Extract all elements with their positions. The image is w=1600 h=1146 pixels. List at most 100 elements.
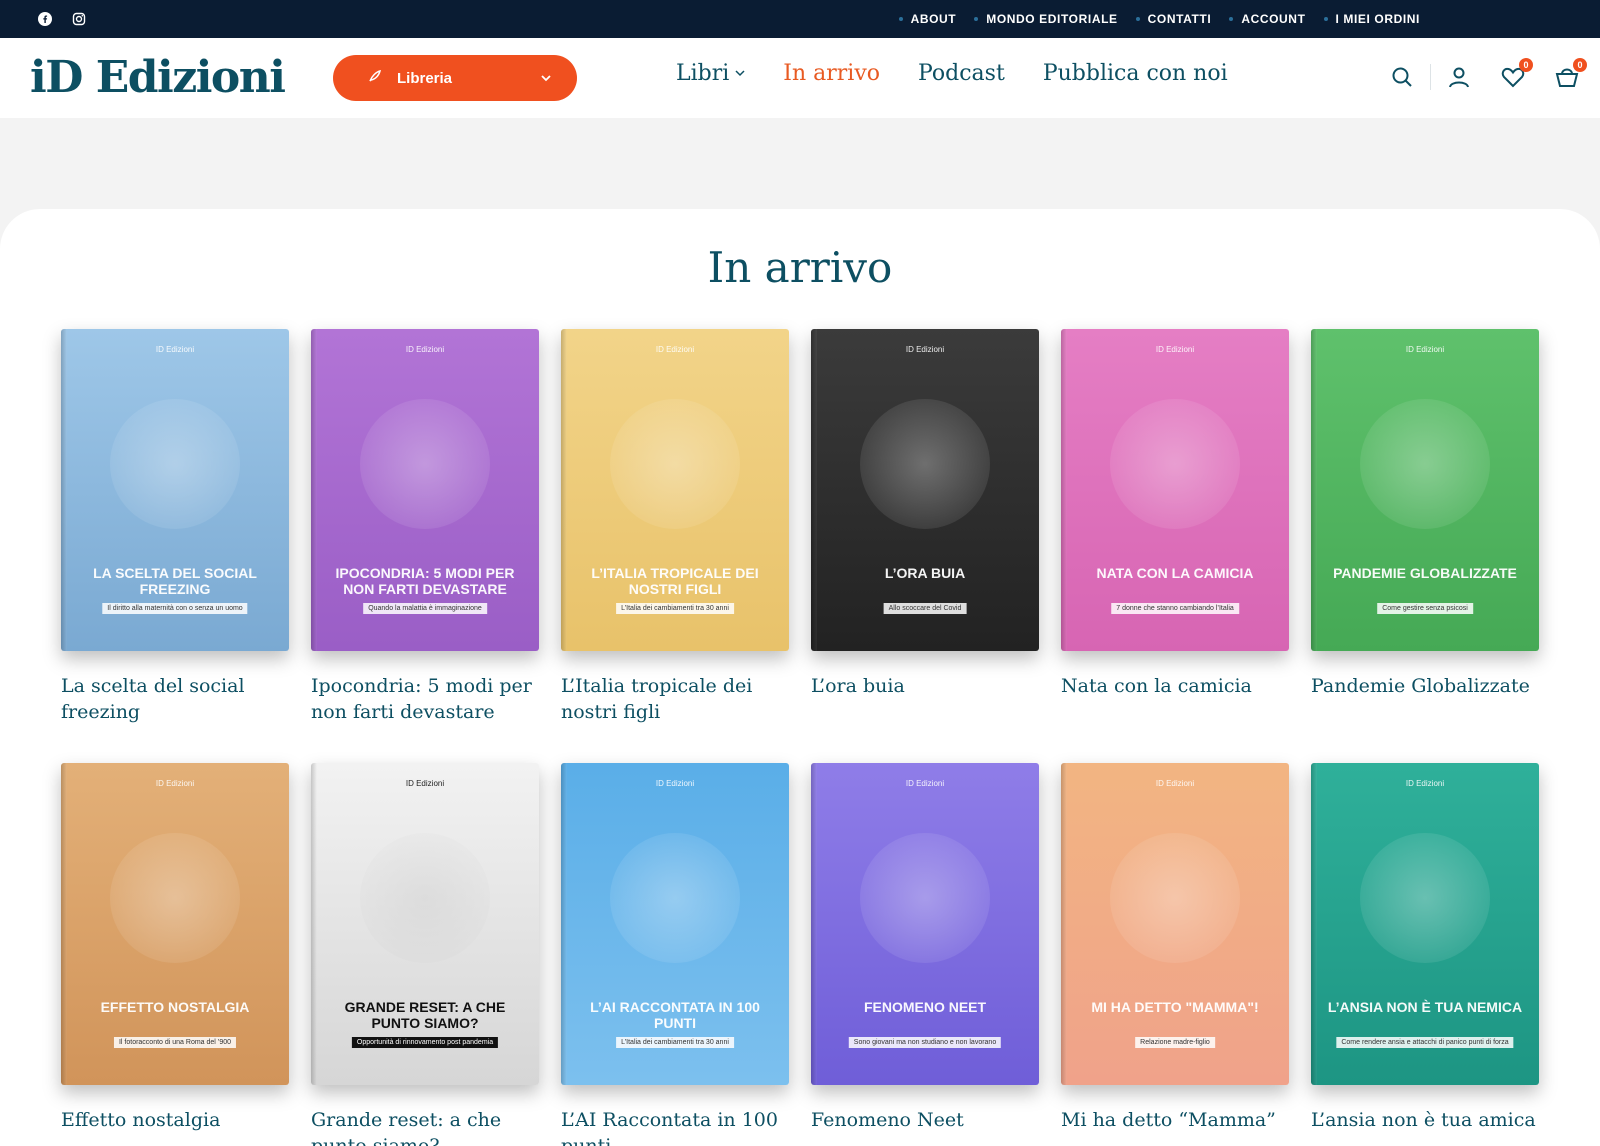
logo[interactable]: iD Edizioni xyxy=(30,52,286,103)
book-cover[interactable]: ID Edizioni Ipocondria: 5 modi per non fa… xyxy=(311,329,539,651)
divider xyxy=(1430,64,1431,90)
feather-icon xyxy=(367,68,383,89)
book-title-link[interactable]: L’AI Raccontata in 100 punti xyxy=(561,1107,789,1146)
cover-brand: ID Edizioni xyxy=(905,779,945,788)
book-cover[interactable]: ID Edizioni Effetto nostalgia Il fotoracco… xyxy=(61,763,289,1085)
book-card[interactable]: ID Edizioni Pandemie globalizzate Come ges… xyxy=(1311,329,1539,733)
book-card[interactable]: ID Edizioni Effetto nostalgia Il fotoracco… xyxy=(61,763,289,1146)
cover-brand: ID Edizioni xyxy=(405,345,445,354)
wishlist-icon[interactable]: 0 xyxy=(1501,58,1533,89)
cover-brand: ID Edizioni xyxy=(155,345,195,354)
wishlist-count-badge: 0 xyxy=(1519,58,1533,72)
cover-art xyxy=(610,833,740,963)
link-i-miei-ordini[interactable]: I MIEI ORDINI xyxy=(1324,12,1420,26)
cover-title: La scelta del social freezing xyxy=(93,565,257,597)
cover-title: L’Italia tropicale dei nostri figli xyxy=(591,565,759,597)
book-card[interactable]: ID Edizioni L’ora buia Allo scoccare del C… xyxy=(811,329,1039,733)
cover-art xyxy=(1360,833,1490,963)
nav-pubblica-con-noi[interactable]: Pubblica con noi xyxy=(1043,61,1228,86)
top-bar: ABOUT MONDO EDITORIALE CONTATTI ACCOUNT … xyxy=(0,0,1600,38)
cover-brand: ID Edizioni xyxy=(405,779,445,788)
book-title-link[interactable]: L’ansia non è tua amica xyxy=(1311,1107,1539,1146)
book-title-link[interactable]: Mi ha detto “Mamma” xyxy=(1061,1107,1289,1146)
nav-in-arrivo[interactable]: In arrivo xyxy=(783,61,880,86)
chevron-down-icon xyxy=(735,67,745,80)
book-card[interactable]: ID Edizioni L’AI raccontata in 100 punti L… xyxy=(561,763,789,1146)
cover-subtitle: Opportunità di rinnovamento post pandemi… xyxy=(351,1037,499,1048)
book-title-link[interactable]: La scelta del social freezing xyxy=(61,673,289,733)
cover-subtitle: Il diritto alla maternità con o senza un… xyxy=(102,603,248,614)
cover-title: Effetto nostalgia xyxy=(100,999,250,1015)
social-links xyxy=(38,12,86,26)
book-card[interactable]: ID Edizioni La scelta del social freezing… xyxy=(61,329,289,733)
cover-subtitle: Quando la malattia è immaginazione xyxy=(363,603,487,614)
book-title-link[interactable]: Ipocondria: 5 modi per non farti devasta… xyxy=(311,673,539,733)
cover-subtitle: Sono giovani ma non studiano e non lavor… xyxy=(848,1037,1002,1048)
cover-title: Pandemie globalizzate xyxy=(1333,565,1517,581)
book-card[interactable]: ID Edizioni Grande reset: a che punto sia… xyxy=(311,763,539,1146)
book-cover[interactable]: ID Edizioni L’AI raccontata in 100 punti L… xyxy=(561,763,789,1085)
cover-title: Mi ha detto "mamma"! xyxy=(1091,999,1259,1015)
cover-art xyxy=(1360,399,1490,529)
instagram-icon[interactable] xyxy=(72,12,86,26)
book-title-link[interactable]: Pandemie Globalizzate xyxy=(1311,673,1539,733)
link-mondo-editoriale[interactable]: MONDO EDITORIALE xyxy=(974,12,1117,26)
chevron-down-icon xyxy=(541,71,551,85)
book-cover[interactable]: ID Edizioni L’Italia tropicale dei nostri… xyxy=(561,329,789,651)
book-title-link[interactable]: L’ora buia xyxy=(811,673,1039,733)
utility-links: ABOUT MONDO EDITORIALE CONTATTI ACCOUNT … xyxy=(899,12,1420,26)
book-grid: ID Edizioni La scelta del social freezing… xyxy=(61,329,1539,1146)
book-title-link[interactable]: L’Italia tropicale dei nostri figli xyxy=(561,673,789,733)
book-card[interactable]: ID Edizioni Ipocondria: 5 modi per non fa… xyxy=(311,329,539,733)
cover-brand: ID Edizioni xyxy=(655,779,695,788)
cover-title: Fenomeno neet xyxy=(863,999,987,1015)
book-title-link[interactable]: Nata con la camicia xyxy=(1061,673,1289,733)
link-account[interactable]: ACCOUNT xyxy=(1229,12,1305,26)
book-cover[interactable]: ID Edizioni La scelta del social freezing… xyxy=(61,329,289,651)
cover-art xyxy=(860,833,990,963)
book-cover[interactable]: ID Edizioni L’ansia non è tua nemica Come … xyxy=(1311,763,1539,1085)
book-cover[interactable]: ID Edizioni Grande reset: a che punto sia… xyxy=(311,763,539,1085)
nav-podcast[interactable]: Podcast xyxy=(918,61,1005,86)
cover-art xyxy=(860,399,990,529)
link-contatti[interactable]: CONTATTI xyxy=(1136,12,1212,26)
cover-subtitle: Come gestire senza psicosi xyxy=(1377,603,1473,614)
cover-subtitle: Il fotoracconto di una Roma del ’900 xyxy=(113,1037,237,1048)
book-card[interactable]: ID Edizioni Fenomeno neet Sono giovani ma … xyxy=(811,763,1039,1146)
book-cover[interactable]: ID Edizioni L’ora buia Allo scoccare del C… xyxy=(811,329,1039,651)
book-card[interactable]: ID Edizioni L’Italia tropicale dei nostri… xyxy=(561,329,789,733)
book-title-link[interactable]: Effetto nostalgia xyxy=(61,1107,289,1146)
nav-libri-label: Libri xyxy=(676,61,730,86)
book-cover[interactable]: ID Edizioni Nata con la camicia 7 donne ch… xyxy=(1061,329,1289,651)
cover-art xyxy=(1110,399,1240,529)
book-cover[interactable]: ID Edizioni Pandemie globalizzate Come ges… xyxy=(1311,329,1539,651)
book-cover[interactable]: ID Edizioni Fenomeno neet Sono giovani ma … xyxy=(811,763,1039,1085)
cover-subtitle: L’Italia dei cambiamenti tra 30 anni xyxy=(616,1037,734,1048)
cover-art xyxy=(110,833,240,963)
cover-brand: ID Edizioni xyxy=(1405,779,1445,788)
user-icon[interactable] xyxy=(1447,65,1471,89)
libreria-dropdown[interactable]: Libreria xyxy=(333,55,577,101)
main-nav: Libri In arrivo Podcast Pubblica con noi xyxy=(676,61,1228,86)
book-card[interactable]: ID Edizioni Nata con la camicia 7 donne ch… xyxy=(1061,329,1289,733)
book-title-link[interactable]: Grande reset: a che punto siamo? xyxy=(311,1107,539,1146)
cover-brand: ID Edizioni xyxy=(655,345,695,354)
cart-icon[interactable]: 0 xyxy=(1555,58,1587,89)
book-card[interactable]: ID Edizioni L’ansia non è tua nemica Come … xyxy=(1311,763,1539,1146)
cover-title: Nata con la camicia xyxy=(1096,565,1254,581)
book-title-link[interactable]: Fenomeno Neet xyxy=(811,1107,1039,1146)
facebook-icon[interactable] xyxy=(38,12,52,26)
cover-brand: ID Edizioni xyxy=(905,345,945,354)
book-cover[interactable]: ID Edizioni Mi ha detto "mamma"! Relazione… xyxy=(1061,763,1289,1085)
link-about[interactable]: ABOUT xyxy=(899,12,957,26)
cover-brand: ID Edizioni xyxy=(1405,345,1445,354)
cover-brand: ID Edizioni xyxy=(1155,779,1195,788)
cover-art xyxy=(110,399,240,529)
nav-libri[interactable]: Libri xyxy=(676,61,745,86)
cover-art xyxy=(1110,833,1240,963)
cover-subtitle: L’Italia dei cambiamenti tra 30 anni xyxy=(616,603,734,614)
cover-subtitle: Relazione madre-figlio xyxy=(1135,1037,1215,1048)
book-card[interactable]: ID Edizioni Mi ha detto "mamma"! Relazione… xyxy=(1061,763,1289,1146)
cover-art xyxy=(610,399,740,529)
search-icon[interactable] xyxy=(1390,65,1414,89)
